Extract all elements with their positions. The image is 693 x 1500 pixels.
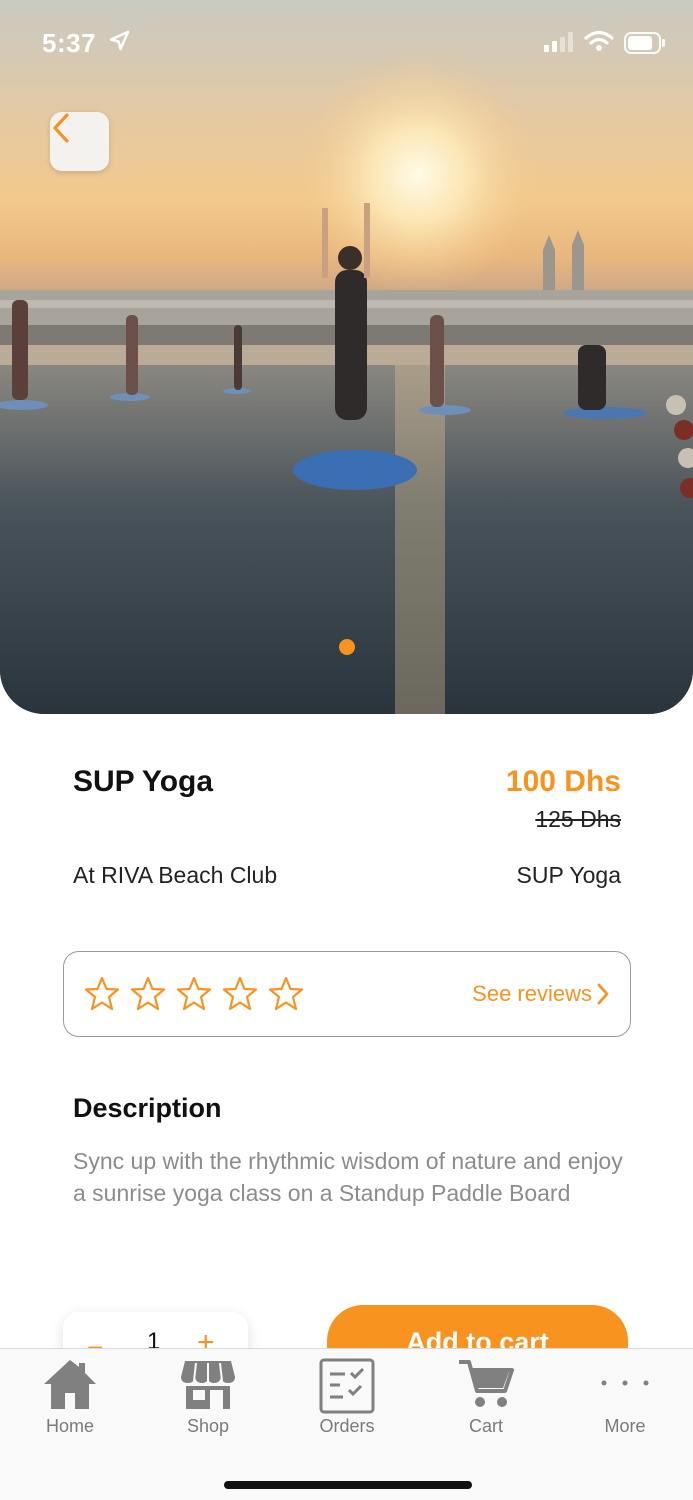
hero-image: 5:37 [0, 0, 693, 714]
star-rating [84, 976, 304, 1012]
product-price: 100 Dhs [505, 765, 621, 798]
product-old-price: 125 Dhs [535, 806, 621, 832]
product-venue: At RIVA Beach Club [73, 862, 278, 888]
chevron-left-icon [53, 113, 69, 143]
tab-home-label: Home [45, 1416, 94, 1436]
star-icon [84, 976, 120, 1011]
see-reviews-link[interactable]: See reviews [472, 981, 592, 1007]
cart-icon [457, 1357, 515, 1416]
home-icon [41, 1357, 99, 1416]
home-indicator [224, 1481, 472, 1489]
tab-more-label: More [604, 1416, 646, 1436]
status-bar: 5:37 [0, 0, 693, 90]
star-icon [176, 976, 212, 1011]
star-icon [268, 976, 304, 1011]
status-time: 5:37 [42, 28, 97, 58]
hero-photo-illustration [0, 55, 693, 714]
star-icon [222, 976, 258, 1011]
tab-orders[interactable]: Orders [287, 1349, 407, 1449]
rating-reviews-row[interactable]: See reviews [63, 951, 631, 1037]
product-title: SUP Yoga [73, 765, 214, 798]
tab-cart-label: Cart [468, 1416, 503, 1436]
shop-icon [179, 1357, 237, 1416]
description-heading: Description [73, 1093, 222, 1123]
star-icon [130, 976, 166, 1011]
tab-shop-label: Shop [186, 1416, 230, 1436]
tab-shop[interactable]: Shop [148, 1349, 268, 1449]
tab-orders-label: Orders [319, 1416, 375, 1436]
carousel-dot-active[interactable] [339, 639, 355, 655]
orders-icon [318, 1357, 376, 1420]
back-button[interactable] [50, 112, 109, 171]
tab-home[interactable]: Home [10, 1349, 130, 1449]
product-category: SUP Yoga [516, 862, 621, 888]
bottom-tab-bar: Home Shop Orders Cart More [0, 1348, 693, 1500]
chevron-right-icon [596, 982, 610, 1011]
tab-more[interactable]: More [565, 1349, 685, 1449]
tab-cart[interactable]: Cart [426, 1349, 546, 1449]
more-icon [596, 1357, 654, 1416]
description-text: Sync up with the rhythmic wisdom of natu… [73, 1148, 623, 1206]
